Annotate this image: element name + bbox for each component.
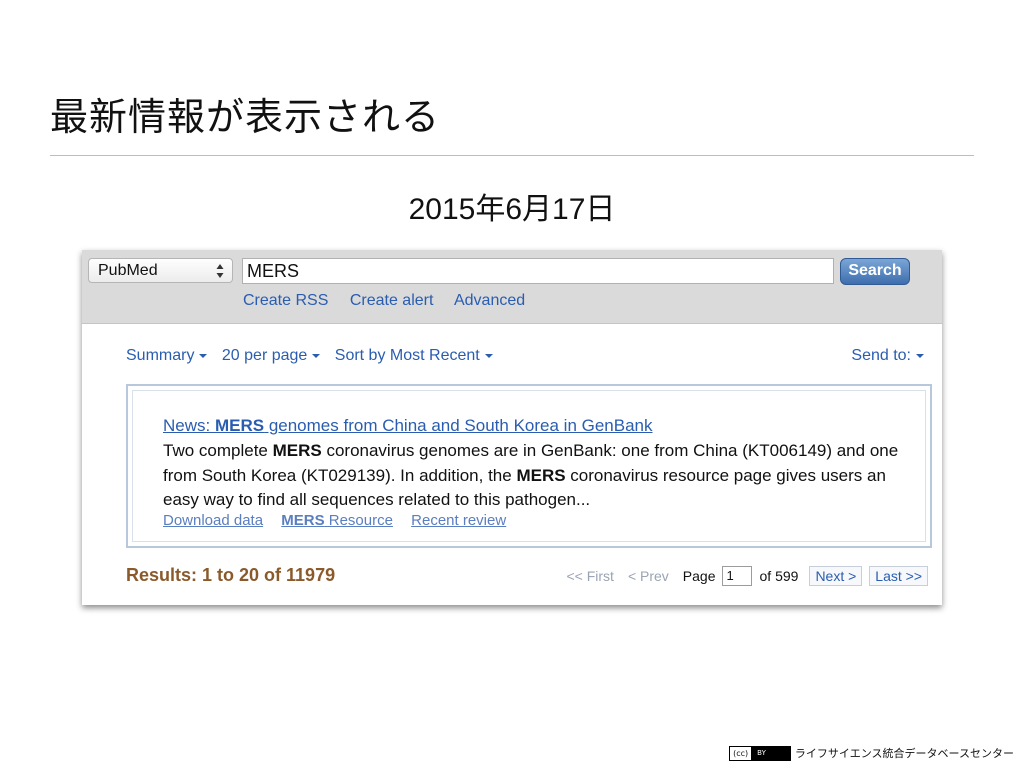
format-dropdown[interactable]: Summary — [126, 347, 208, 364]
search-bar: PubMed MERS Search Create RSS Create ale… — [82, 250, 942, 324]
next-page-button[interactable]: Next > — [809, 566, 863, 586]
news-body: Two complete MERS coronavirus genomes ar… — [163, 439, 903, 513]
news-title-term: MERS — [214, 416, 265, 435]
page-total: of 599 — [759, 568, 799, 584]
news-title-rest: genomes from China and South Korea in Ge… — [264, 416, 653, 435]
news-box: News: MERS genomes from China and South … — [126, 384, 932, 548]
results-count: Results: 1 to 20 of 11979 — [126, 565, 336, 585]
news-body-term: MERS — [516, 465, 566, 485]
per-page-dropdown[interactable]: 20 per page — [221, 347, 321, 364]
recent-review-link[interactable]: Recent review — [411, 512, 506, 529]
mers-resource-term: MERS — [281, 512, 325, 529]
create-alert-link[interactable]: Create alert — [350, 292, 434, 309]
prev-page-link[interactable]: < Prev — [628, 568, 669, 584]
send-to-label: Send to: — [851, 347, 911, 364]
slide-title: 最新情報が表示される — [50, 95, 441, 139]
page-number-input[interactable]: 1 — [721, 566, 752, 586]
search-input[interactable]: MERS — [242, 258, 834, 284]
title-divider — [50, 155, 974, 156]
organization-name: ライフサイエンス統合データベースセンター — [794, 747, 1014, 760]
chevron-down-icon — [199, 353, 208, 358]
select-arrows-icon — [216, 264, 224, 278]
by-label: BY — [751, 746, 790, 760]
pubmed-screenshot: PubMed MERS Search Create RSS Create ale… — [82, 250, 942, 605]
chevron-down-icon — [484, 353, 493, 358]
search-bar-links: Create RSS Create alert Advanced — [243, 292, 542, 310]
news-title-link[interactable]: News: MERS genomes from China and South … — [163, 416, 653, 436]
cc-label: (cc) — [730, 746, 752, 760]
create-rss-link[interactable]: Create RSS — [243, 292, 328, 309]
news-body-term: MERS — [272, 441, 322, 460]
cc-by-license-badge: (cc) BY — [729, 745, 791, 761]
mers-resource-rest: Resource — [324, 512, 393, 529]
sort-dropdown[interactable]: Sort by Most Recent — [335, 347, 493, 364]
format-label: Summary — [126, 347, 195, 364]
send-to-dropdown[interactable]: Send to: — [851, 347, 924, 365]
database-select[interactable]: PubMed — [88, 258, 233, 283]
footer: (cc) BY ライフサイエンス統合データベースセンター — [729, 745, 1014, 761]
database-select-value: PubMed — [98, 262, 158, 279]
display-settings: Summary 20 per page Sort by Most Recent … — [126, 347, 924, 365]
per-page-label: 20 per page — [221, 347, 308, 364]
search-button[interactable]: Search — [840, 258, 910, 285]
mers-resource-link[interactable]: MERS Resource — [281, 512, 393, 529]
download-data-link[interactable]: Download data — [163, 512, 263, 529]
chevron-down-icon — [916, 353, 924, 358]
last-page-button[interactable]: Last >> — [869, 566, 928, 586]
first-page-link[interactable]: << First — [566, 568, 613, 584]
news-body-part: Two complete — [163, 441, 273, 460]
news-title-prefix: News: — [163, 416, 215, 435]
page-label: Page — [682, 568, 716, 584]
advanced-search-link[interactable]: Advanced — [454, 292, 525, 309]
slide-date: 2015年6月17日 — [408, 193, 616, 226]
sort-label: Sort by Most Recent — [334, 347, 480, 364]
news-links: Download data MERS Resource Recent revie… — [163, 512, 520, 529]
pagination: << First < Prev Page 1 of 599 Next > Las… — [566, 566, 928, 586]
chevron-down-icon — [312, 353, 321, 358]
